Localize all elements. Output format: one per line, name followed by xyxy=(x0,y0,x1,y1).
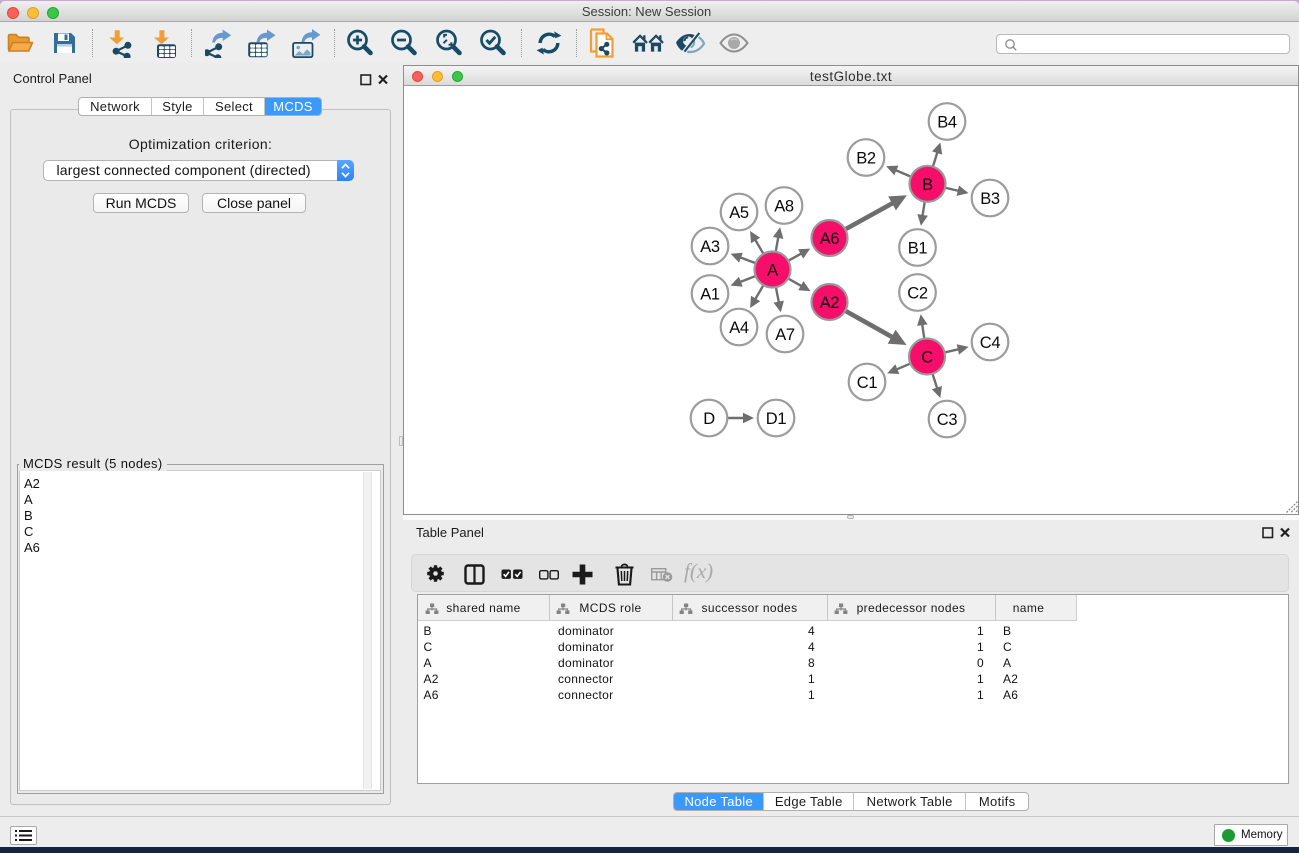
svg-text:A2: A2 xyxy=(820,294,840,312)
svg-text:A4: A4 xyxy=(729,319,749,337)
svg-text:D: D xyxy=(703,410,715,428)
svg-text:C3: C3 xyxy=(937,411,958,429)
svg-text:C1: C1 xyxy=(857,374,878,392)
svg-text:B3: B3 xyxy=(980,190,1000,208)
svg-text:A6: A6 xyxy=(820,230,840,248)
svg-text:A8: A8 xyxy=(774,198,794,216)
svg-text:C: C xyxy=(921,349,933,367)
svg-text:C4: C4 xyxy=(980,334,1001,352)
svg-text:B: B xyxy=(922,176,933,194)
svg-text:A7: A7 xyxy=(775,326,795,344)
svg-text:A1: A1 xyxy=(700,286,720,304)
svg-text:A3: A3 xyxy=(700,238,720,256)
svg-text:B1: B1 xyxy=(908,240,928,258)
svg-text:A5: A5 xyxy=(729,204,749,222)
svg-text:B2: B2 xyxy=(856,150,876,168)
svg-text:D1: D1 xyxy=(766,410,787,428)
svg-text:C2: C2 xyxy=(907,285,928,303)
svg-text:B4: B4 xyxy=(937,114,957,132)
svg-text:A: A xyxy=(767,262,778,280)
